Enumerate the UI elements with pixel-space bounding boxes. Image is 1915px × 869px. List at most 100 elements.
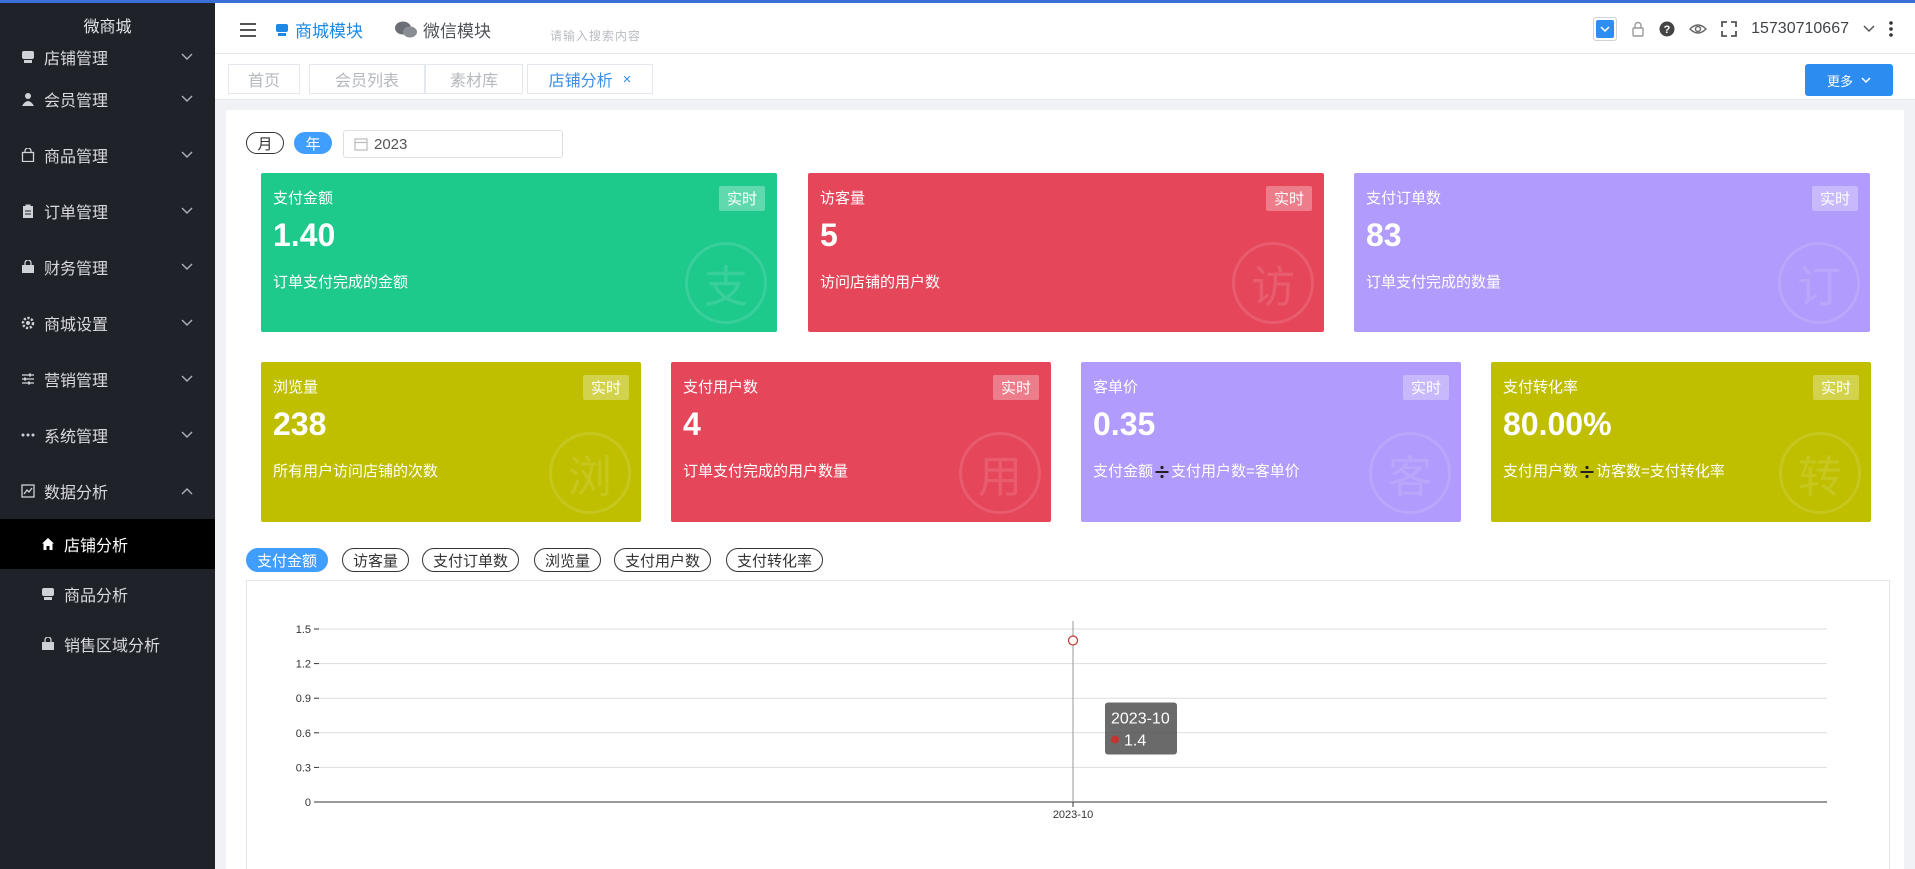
realtime-badge: 实时 <box>992 375 1039 400</box>
chevron-down-icon <box>1600 26 1610 32</box>
chevron-down-icon <box>181 48 193 66</box>
formula-part: 访客数=支付转化率 <box>1596 463 1725 480</box>
chevron-down-icon[interactable] <box>1863 25 1875 33</box>
year-toggle[interactable]: 年 <box>294 132 332 154</box>
stat-value: 83 <box>1366 217 1402 253</box>
stat-title: 支付转化率 <box>1503 379 1579 396</box>
hamburger-menu-icon[interactable] <box>240 23 256 42</box>
chevron-up-icon <box>181 482 193 500</box>
tab-label: 首页 <box>247 73 280 90</box>
realtime-badge: 实时 <box>1811 186 1858 211</box>
user-icon <box>20 91 36 107</box>
stat-desc: 支付用户数 访客数=支付转化率 <box>1503 460 1725 481</box>
home-icon <box>40 536 56 552</box>
metric-tab[interactable]: 浏览量 <box>534 548 602 572</box>
sidebar-item-label: 数据分析 <box>44 485 109 502</box>
calendar-icon <box>354 138 368 151</box>
module-wechat-label: 微信模块 <box>423 22 491 41</box>
sidebar-subitem-label: 商品分析 <box>64 588 129 605</box>
sidebar-subitem-2[interactable]: 销售区域分析 <box>0 619 215 669</box>
stat-value: 0.35 <box>1093 406 1156 442</box>
search-input[interactable]: 请输入搜索内容 <box>550 27 641 44</box>
chevron-down-icon <box>181 426 193 444</box>
sidebar-item-label: 商城设置 <box>44 317 109 334</box>
data-point <box>1067 635 1079 646</box>
y-tick-label: 1.5 <box>296 624 311 636</box>
sidebar-menu: 店铺管理会员管理商品管理订单管理财务管理商城设置营销管理系统管理数据分析店铺分析… <box>0 43 215 669</box>
metric-tab[interactable]: 支付用户数 <box>614 548 712 572</box>
sidebar-item-2[interactable]: 商品管理 <box>0 127 215 183</box>
dropdown-toggle[interactable] <box>1593 17 1618 41</box>
chevron-down-icon <box>181 258 193 276</box>
help-icon[interactable]: ? <box>1659 21 1675 37</box>
sidebar-item-label: 营销管理 <box>44 373 109 390</box>
sidebar-item-label: 系统管理 <box>44 429 109 446</box>
lock-icon[interactable] <box>1631 21 1645 37</box>
more-dots-icon <box>20 427 36 443</box>
sidebar-item-label: 商品管理 <box>44 149 109 166</box>
sidebar-item-label: 会员管理 <box>44 93 109 110</box>
store-icon <box>275 23 289 37</box>
main-content: 月 年 2023 支付金额 实时 1.40 订单支付完成的金额支访客量 实时 5 访问店铺的… <box>226 110 1904 869</box>
stat-value: 1.40 <box>273 217 336 253</box>
stat-card: 访客量 实时 5 访问店铺的用户数 访 <box>808 173 1324 332</box>
realtime-badge: 实时 <box>718 186 765 211</box>
user-phone[interactable]: 15730710667 <box>1751 20 1849 38</box>
stat-desc: 订单支付完成的用户数量 <box>683 463 849 480</box>
sidebar-item-label: 财务管理 <box>44 261 109 278</box>
sidebar-item-1[interactable]: 会员管理 <box>0 71 215 127</box>
tab-home[interactable]: 首页 <box>228 64 300 94</box>
module-wechat-tab[interactable]: 微信模块 <box>395 17 491 42</box>
stat-value: 4 <box>683 406 701 442</box>
realtime-badge: 实时 <box>1265 186 1312 211</box>
shopping-bag-icon <box>20 147 36 163</box>
more-button[interactable]: 更多 <box>1805 64 1893 96</box>
month-toggle[interactable]: 月 <box>246 132 284 154</box>
fullscreen-icon[interactable] <box>1721 21 1738 37</box>
sidebar-item-6[interactable]: 营销管理 <box>0 351 215 407</box>
sidebar-subitem-1[interactable]: 商品分析 <box>0 569 215 619</box>
y-tick-label: 0.3 <box>296 762 311 774</box>
metric-tab[interactable]: 支付金额 <box>246 548 329 572</box>
metric-tab[interactable]: 访客量 <box>342 548 410 572</box>
y-tick-label: 1.2 <box>296 659 311 671</box>
sidebar-subitem-label: 销售区域分析 <box>64 638 161 655</box>
stat-value: 80.00% <box>1503 406 1612 442</box>
stat-card: 支付金额 实时 1.40 订单支付完成的金额 支 <box>261 173 777 332</box>
metric-tab[interactable]: 支付订单数 <box>422 548 520 572</box>
stat-title: 支付金额 <box>273 190 334 207</box>
tab-store-analysis[interactable]: 店铺分析 × <box>527 64 653 94</box>
sidebar-subitem-0[interactable]: 店铺分析 <box>0 519 215 569</box>
top-header: 商城模块 微信模块 请输入搜索内容 ? 15730710667 <box>215 0 1915 54</box>
formula-part: 支付用户数 <box>1503 463 1579 480</box>
year-picker[interactable]: 2023 <box>343 130 563 158</box>
store-icon <box>20 49 36 65</box>
sidebar-item-0[interactable]: 店铺管理 <box>0 43 215 71</box>
gear-icon <box>20 315 36 331</box>
sidebar-item-4[interactable]: 财务管理 <box>0 239 215 295</box>
tab-media-library[interactable]: 素材库 <box>425 64 523 94</box>
sidebar-item-7[interactable]: 系统管理 <box>0 407 215 463</box>
sidebar-item-5[interactable]: 商城设置 <box>0 295 215 351</box>
chevron-down-icon <box>181 314 193 332</box>
stat-card: 支付订单数 实时 83 订单支付完成的数量 订 <box>1354 173 1870 332</box>
formula-part: 支付用户数=客单价 <box>1171 463 1300 480</box>
sidebar-item-8[interactable]: 数据分析 <box>0 463 215 519</box>
stat-desc: 订单支付完成的数量 <box>1366 274 1502 291</box>
tab-member-list[interactable]: 会员列表 <box>309 64 425 94</box>
module-mall-tab[interactable]: 商城模块 <box>275 17 363 42</box>
realtime-badge: 实时 <box>1402 375 1449 400</box>
sidebar-item-3[interactable]: 订单管理 <box>0 183 215 239</box>
chevron-down-icon <box>181 146 193 164</box>
metric-tab[interactable]: 支付转化率 <box>726 548 824 572</box>
kebab-menu-icon[interactable] <box>1889 21 1893 37</box>
sidebar: 微商城 店铺管理 会员管理 商品管理 订单管理 财务管理 商城设置 营销管理 系统管理 数据分析… <box>0 0 215 869</box>
watermark-glyph: 浏 <box>549 432 631 514</box>
clipboard-icon <box>20 203 36 219</box>
chart-container: 0 0.3 0.6 0.9 1.2 1.5 2023-10 2023-10 1.4 <box>246 580 1890 869</box>
close-icon[interactable]: × <box>623 71 632 88</box>
eye-icon[interactable] <box>1689 22 1708 36</box>
divide-icon <box>1580 465 1594 479</box>
tab-label: 店铺分析 <box>548 73 613 90</box>
stat-card: 浏览量 实时 238 所有用户访问店铺的次数 浏 <box>261 362 641 522</box>
